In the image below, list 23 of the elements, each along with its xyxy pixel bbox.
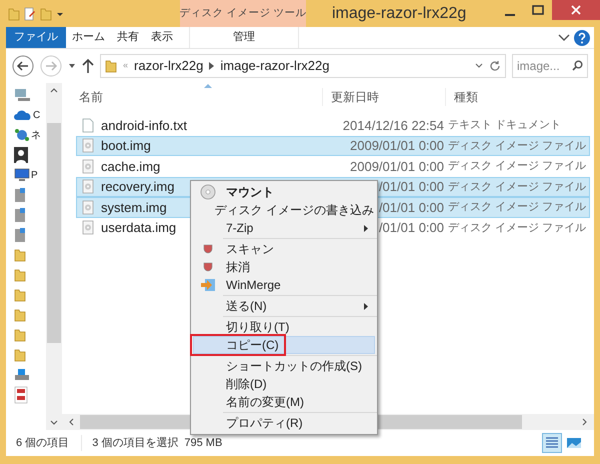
file-name: userdata.img <box>101 220 176 235</box>
file-type: ディスク イメージ ファイル <box>447 200 586 215</box>
file-name: android-info.txt <box>101 118 187 132</box>
file-type: テキスト ドキュメント <box>447 118 562 133</box>
file-name: system.img <box>101 200 167 214</box>
file-type: ディスク イメージ ファイル <box>447 159 586 174</box>
file-name: cache.img <box>101 158 160 174</box>
modified-date: /01/01 0:00 <box>378 178 444 196</box>
item-count: 6 個の項目 <box>16 434 82 452</box>
window-title: image-razor-lrx22g <box>332 4 466 24</box>
modified-date: 2009/01/01 0:00 <box>350 137 444 155</box>
selection-count: 3 個の項目を選択 <box>91 436 180 451</box>
file-type: ディスク イメージ ファイル <box>447 220 586 236</box>
selection-size: 795 MB <box>184 436 222 451</box>
modified-date: 2009/01/01 0:00 <box>350 158 444 176</box>
file-name: boot.img <box>101 138 151 153</box>
file-type: ディスク イメージ ファイル <box>447 180 586 194</box>
context-tab-header: ディスク イメージ ツール <box>180 0 306 27</box>
file-name: recovery.img <box>101 179 174 194</box>
modified-date: /01/01 0:00 <box>378 219 444 237</box>
modified-date: /01/01 0:00 <box>378 198 444 216</box>
modified-date: 2014/12/16 22:54 <box>342 116 444 134</box>
file-type: ディスク イメージ ファイル <box>447 138 586 154</box>
